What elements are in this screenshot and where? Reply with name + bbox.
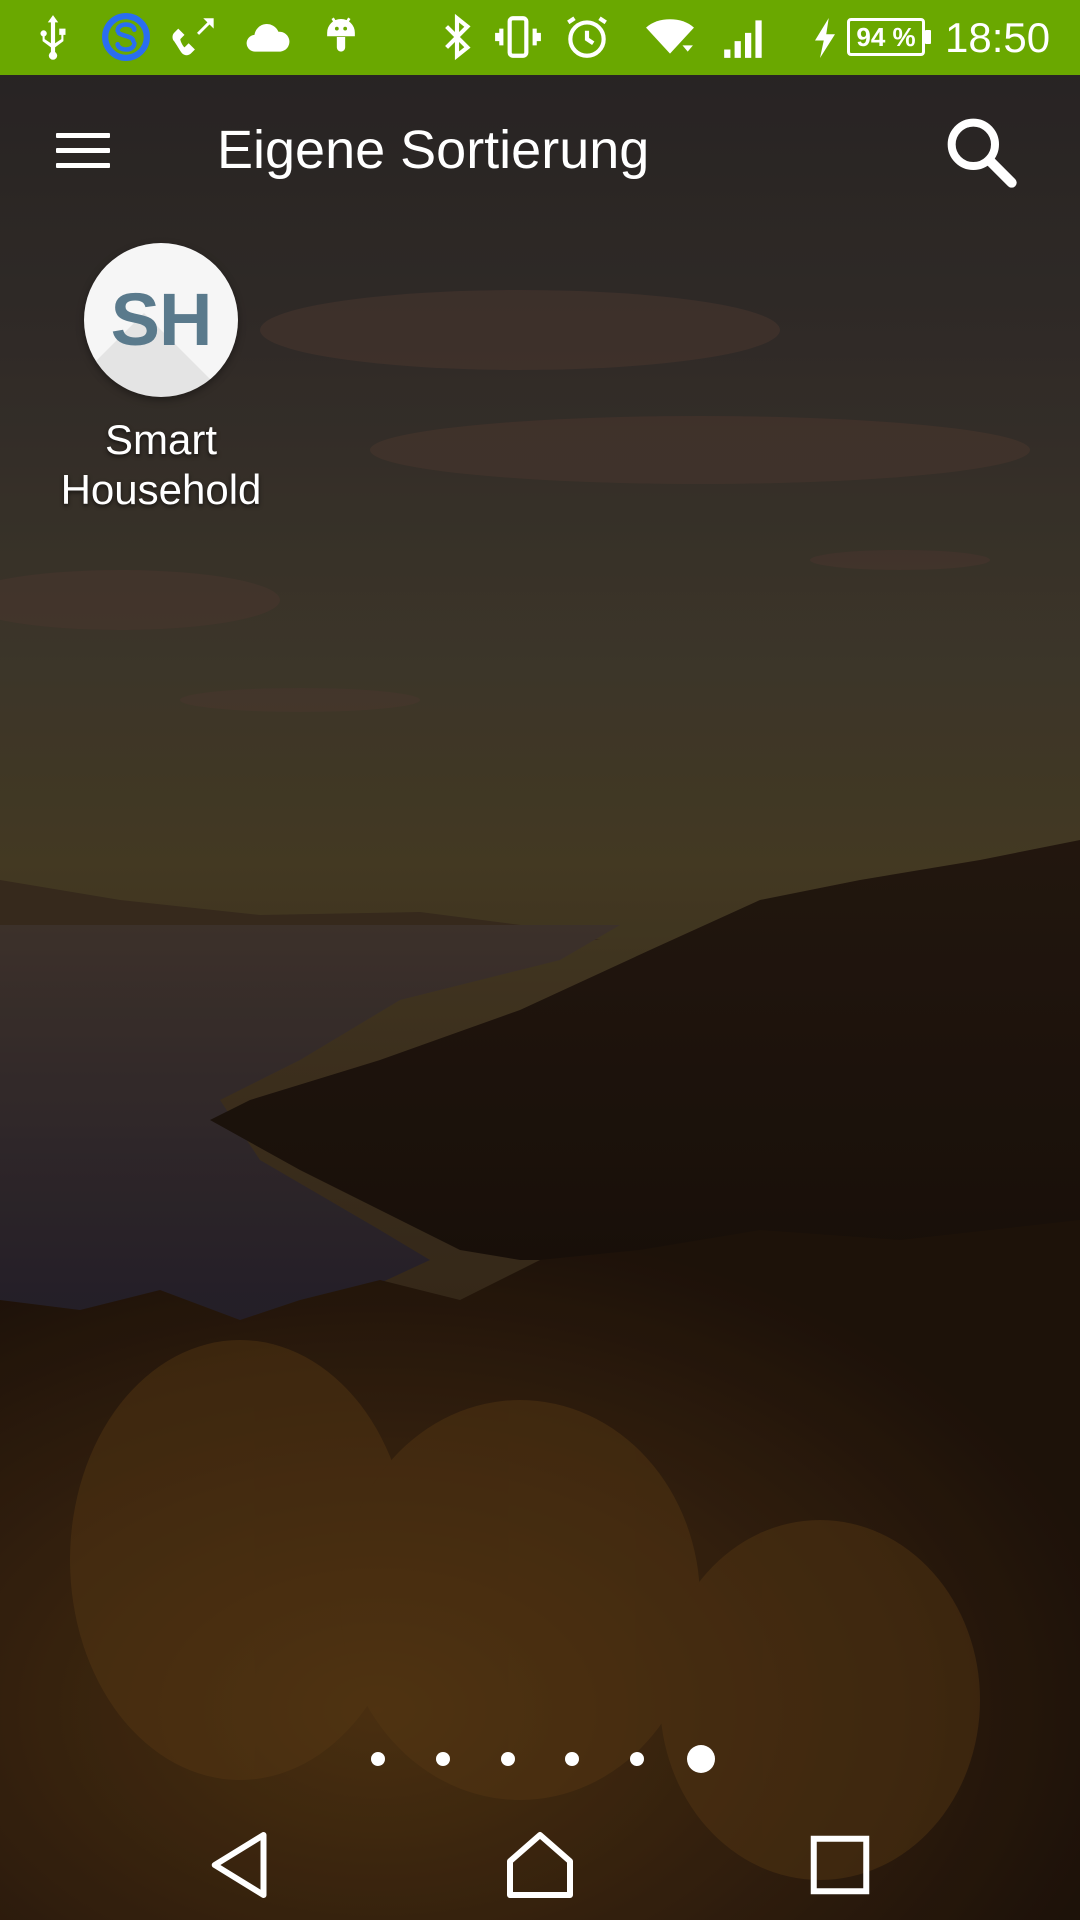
page-dot[interactable] <box>630 1752 644 1766</box>
sync-app-icon <box>101 12 151 62</box>
search-icon[interactable] <box>940 111 1020 191</box>
bluetooth-icon <box>432 12 482 62</box>
charging-icon <box>815 18 835 58</box>
app-smart-household[interactable]: SH Smart Household <box>50 243 272 515</box>
vibrate-icon <box>493 12 543 62</box>
page-dot-active[interactable] <box>687 1745 715 1773</box>
wifi-icon <box>645 12 695 62</box>
page-dot[interactable] <box>565 1752 579 1766</box>
usb-icon <box>28 12 78 62</box>
app-initials: SH <box>110 278 213 361</box>
cloud-icon <box>243 12 293 62</box>
app-label-line1: Smart <box>104 416 217 463</box>
page-dot[interactable] <box>371 1752 385 1766</box>
app-icon: SH <box>84 243 238 397</box>
app-label: Smart Household <box>50 415 272 515</box>
page-title: Eigene Sortierung <box>217 120 650 180</box>
recents-icon[interactable] <box>795 1820 885 1910</box>
battery-level: 94 % <box>847 18 931 56</box>
status-clock: 18:50 <box>945 14 1051 61</box>
page-dot[interactable] <box>436 1752 450 1766</box>
home-icon[interactable] <box>495 1820 585 1910</box>
toolbar: Eigene Sortierung <box>0 75 1080 225</box>
page-indicator <box>0 1744 1080 1774</box>
app-label-line2: Household <box>60 466 262 513</box>
signal-icon <box>720 12 770 62</box>
navigation-bar <box>0 1800 1080 1920</box>
phone-icon <box>172 12 222 62</box>
back-icon[interactable] <box>196 1820 286 1910</box>
page-dot[interactable] <box>501 1752 515 1766</box>
alarm-icon <box>562 12 612 62</box>
hamburger-menu-icon[interactable] <box>40 115 130 185</box>
status-bar: 94 % 18:50 <box>0 0 1080 75</box>
android-debug-icon <box>316 12 366 62</box>
